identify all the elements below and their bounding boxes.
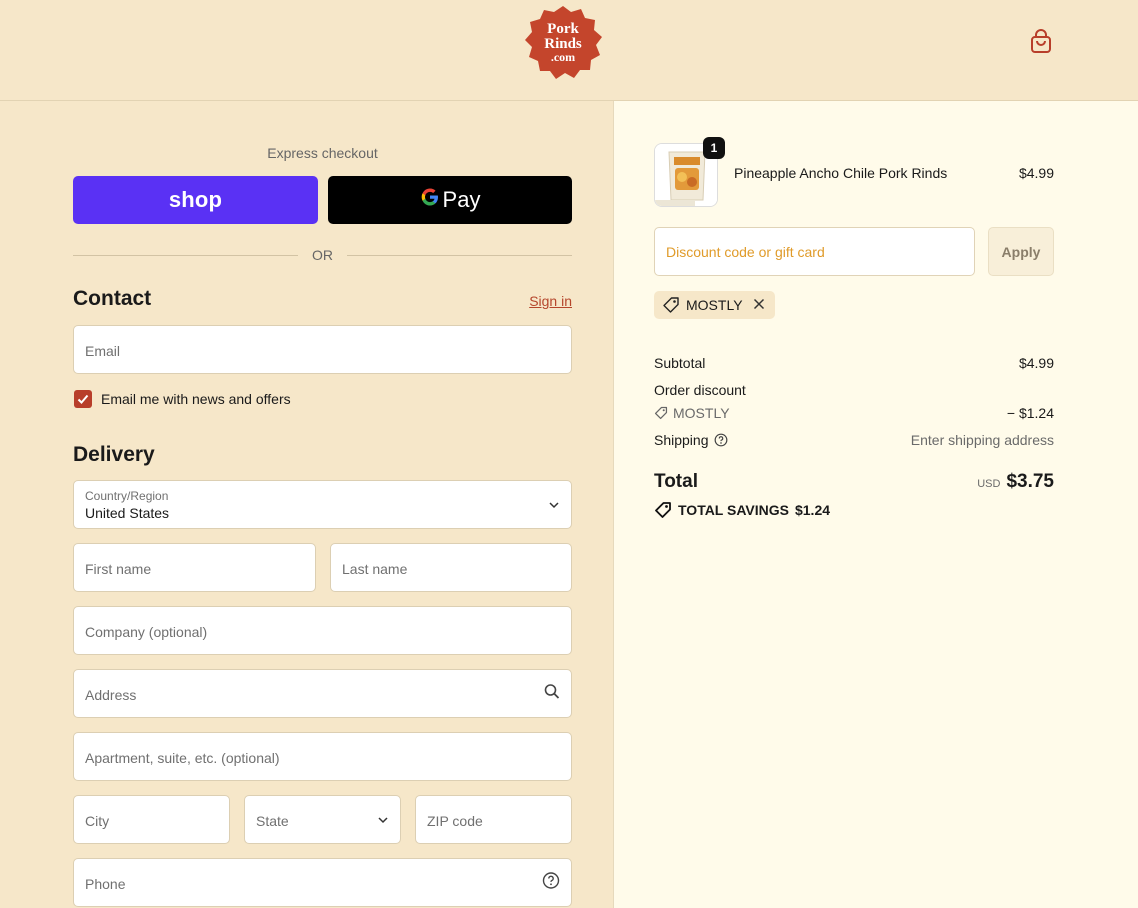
chevron-down-icon (377, 811, 389, 829)
phone-placeholder: Phone (85, 876, 126, 892)
total-value: $3.75 (1006, 471, 1054, 492)
tag-icon (654, 406, 668, 420)
state-placeholder: State (256, 813, 289, 829)
phone-field[interactable]: Phone (73, 858, 572, 907)
company-placeholder: Company (optional) (85, 624, 208, 640)
logo-text-3: .com (551, 50, 575, 64)
first-name-field[interactable]: First name (73, 543, 316, 592)
total-savings-label: TOTAL SAVINGS (678, 502, 789, 518)
contact-heading: Contact (73, 287, 152, 310)
country-label: Country/Region (85, 489, 169, 503)
help-circle-icon[interactable] (542, 871, 560, 894)
google-pay-label: Pay (442, 187, 481, 212)
applied-discount-chip: MOSTLY (654, 291, 775, 319)
subtotal-value: $4.99 (1018, 355, 1054, 371)
google-g-icon (420, 187, 440, 213)
country-select[interactable]: Country/Region United States (73, 480, 572, 529)
check-icon (77, 394, 89, 404)
delivery-heading: Delivery (73, 443, 155, 466)
tag-icon (663, 297, 679, 313)
zip-field[interactable]: ZIP code (415, 795, 572, 844)
email-placeholder: Email (85, 343, 121, 359)
help-circle-icon[interactable] (714, 433, 728, 447)
news-checkbox-label: Email me with news and offers (101, 391, 291, 407)
apply-discount-button[interactable]: Apply (988, 227, 1054, 276)
shipping-value: Enter shipping address (910, 432, 1054, 448)
state-select[interactable]: State (244, 795, 401, 844)
total-savings-value: $1.24 (794, 502, 831, 518)
search-icon (544, 683, 560, 704)
shipping-label: Shipping (654, 432, 709, 448)
zip-placeholder: ZIP code (427, 813, 483, 829)
address-placeholder: Address (85, 687, 137, 703)
apartment-field[interactable]: Apartment, suite, etc. (optional) (73, 732, 572, 781)
header: Pork Rinds .com (0, 0, 1138, 101)
shop-pay-button[interactable]: shop (73, 176, 318, 224)
subtotal-label: Subtotal (654, 355, 706, 371)
quantity-badge: 1 (703, 137, 725, 159)
logo[interactable]: Pork Rinds .com (522, 4, 604, 82)
discount-code-input[interactable]: Discount code or gift card (654, 227, 975, 276)
order-discount-value: − $1.24 (1006, 405, 1054, 421)
last-name-field[interactable]: Last name (330, 543, 572, 592)
or-divider: OR (73, 246, 572, 266)
chevron-down-icon (548, 496, 560, 514)
order-discount-label: Order discount (654, 382, 746, 398)
news-checkbox[interactable] (74, 390, 92, 408)
shopping-bag-icon[interactable] (1029, 29, 1053, 55)
applied-discount-code: MOSTLY (686, 297, 743, 313)
apartment-placeholder: Apartment, suite, etc. (optional) (85, 750, 280, 766)
express-checkout-title: Express checkout (267, 145, 378, 161)
shop-pay-label: shop (168, 187, 223, 212)
remove-discount-icon[interactable] (753, 297, 765, 313)
total-currency: USD (977, 478, 1001, 490)
order-discount-code-row: MOSTLY (654, 405, 730, 421)
product-price: $4.99 (1018, 165, 1054, 181)
address-field[interactable]: Address (73, 669, 572, 718)
city-placeholder: City (85, 813, 110, 829)
order-discount-code: MOSTLY (673, 405, 730, 421)
discount-code-placeholder: Discount code or gift card (666, 244, 825, 260)
google-pay-button[interactable]: Pay (328, 176, 572, 224)
shipping-row: Shipping (654, 432, 728, 448)
checkout-form-panel: Express checkout shop Pay OR Contact Sig… (0, 101, 613, 908)
first-name-placeholder: First name (85, 561, 152, 577)
product-name: Pineapple Ancho Chile Pork Rinds (734, 165, 948, 181)
total-savings: TOTAL SAVINGS $1.24 (654, 501, 830, 519)
total-amount: USD $3.75 (854, 471, 1054, 493)
total-label: Total (654, 471, 698, 492)
tag-icon (655, 502, 671, 518)
order-summary-panel: 1 Pineapple Ancho Chile Pork Rinds $4.99… (613, 101, 1138, 908)
sign-in-link[interactable]: Sign in (500, 293, 572, 309)
logo-text-1: Pork (547, 21, 579, 37)
country-value: United States (85, 505, 170, 521)
company-field[interactable]: Company (optional) (73, 606, 572, 655)
city-field[interactable]: City (73, 795, 230, 844)
last-name-placeholder: Last name (342, 561, 408, 577)
email-field[interactable]: Email (73, 325, 572, 374)
